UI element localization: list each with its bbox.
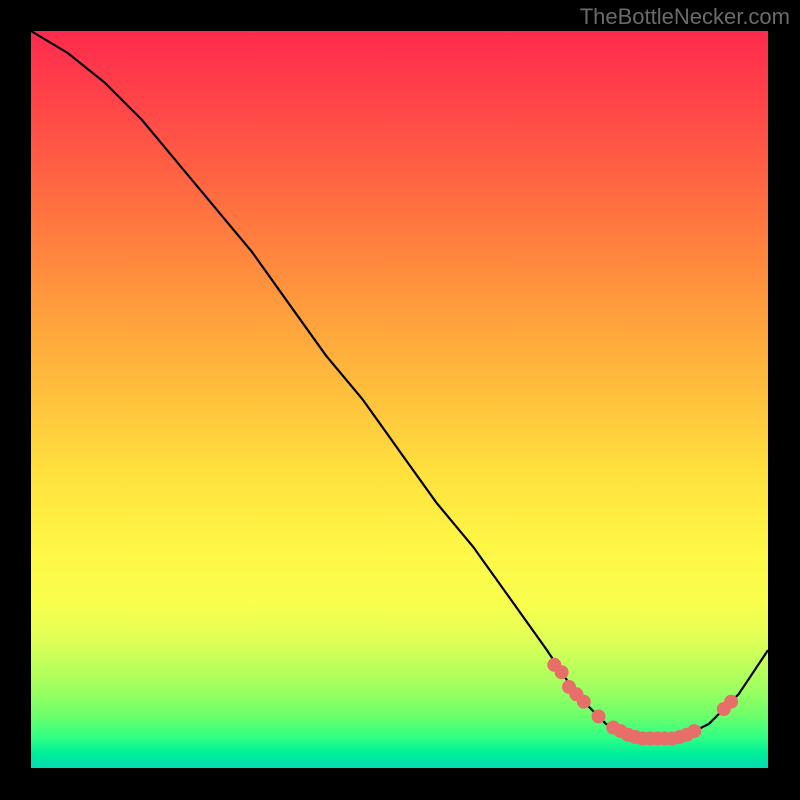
marker-group [547,658,738,746]
highlight-marker [555,665,569,679]
highlight-marker [724,695,738,709]
watermark-text: TheBottleNecker.com [580,4,790,30]
chart-container: TheBottleNecker.com [0,0,800,800]
highlight-marker [687,724,701,738]
highlight-marker [577,695,591,709]
plot-area [31,31,768,768]
curve-svg [31,31,768,768]
bottleneck-curve-path [31,31,768,739]
highlight-marker [592,709,606,723]
